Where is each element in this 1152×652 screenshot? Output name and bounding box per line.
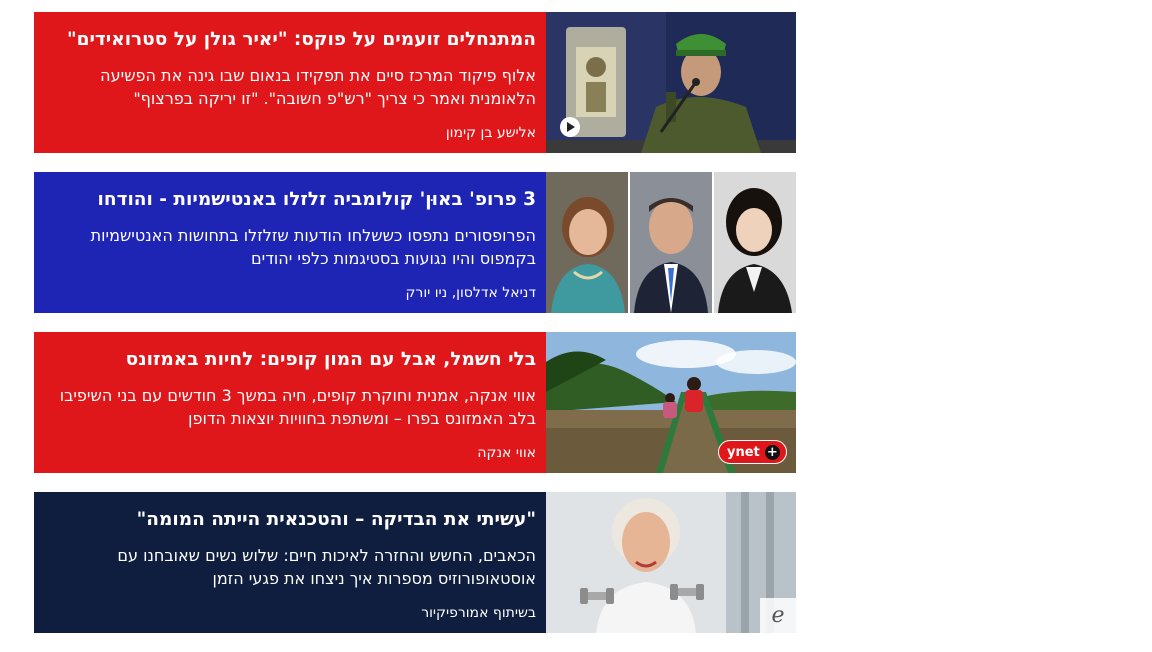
- article-text-panel: 3 פרופ' באוּן' קולומביה זלזלו באנטישמיות…: [34, 172, 546, 313]
- article-card[interactable]: בלי חשמל, אבל עם המון קופים: לחיות באמזו…: [34, 332, 796, 473]
- article-card[interactable]: "עשיתי את הבדיקה – והטכנאית הייתה המומה"…: [34, 492, 796, 633]
- plus-icon: +: [764, 444, 780, 460]
- article-card[interactable]: המתנחלים זועמים על פוקס: "יאיר גולן על ס…: [34, 12, 796, 153]
- article-image-amazon-river[interactable]: ynet +: [546, 332, 796, 473]
- article-title[interactable]: המתנחלים זועמים על פוקס: "יאיר גולן על ס…: [44, 26, 536, 54]
- article-title[interactable]: "עשיתי את הבדיקה – והטכנאית הייתה המומה": [44, 506, 536, 534]
- article-title[interactable]: 3 פרופ' באוּן' קולומביה זלזלו באנטישמיות…: [44, 186, 536, 214]
- article-subtitle: אלוף פיקוד המרכז סיים את תפקידו בנאום שב…: [100, 66, 536, 108]
- article-author: בשיתוף אמורפיקיור: [421, 605, 536, 621]
- ynet-plus-badge: ynet +: [718, 440, 787, 464]
- article-text-panel: "עשיתי את הבדיקה – והטכנאית הייתה המומה"…: [34, 492, 546, 633]
- sponsored-e-icon: e: [760, 598, 796, 633]
- article-title[interactable]: בלי חשמל, אבל עם המון קופים: לחיות באמזו…: [44, 346, 536, 374]
- article-card[interactable]: 3 פרופ' באוּן' קולומביה זלזלו באנטישמיות…: [34, 172, 796, 313]
- article-text-panel: בלי חשמל, אבל עם המון קופים: לחיות באמזו…: [34, 332, 546, 473]
- play-icon[interactable]: [560, 117, 580, 137]
- article-subtitle: הפרופסורים נתפסו כששלחו הודעות שזלזלו בת…: [90, 226, 536, 268]
- article-feed: המתנחלים זועמים על פוקס: "יאיר גולן על ס…: [34, 12, 796, 652]
- article-text-panel: המתנחלים זועמים על פוקס: "יאיר גולן על ס…: [34, 12, 546, 153]
- ynet-badge-label: ynet: [727, 444, 760, 460]
- article-image-general-speech[interactable]: [546, 12, 796, 153]
- article-author: אווי אנקה: [477, 445, 536, 461]
- article-image-woman-dumbbells[interactable]: e: [546, 492, 796, 633]
- article-subtitle: אווי אנקה, אמנית וחוקרת קופים, חיה במשך …: [59, 386, 536, 428]
- article-subtitle: הכאבים, החשש והחזרה לאיכות חיים: שלוש נש…: [117, 546, 536, 588]
- article-image-professors[interactable]: [546, 172, 796, 313]
- article-author: דניאל אדלסון, ניו יורק: [405, 285, 537, 301]
- article-author: אלישע בן קימון: [445, 125, 536, 141]
